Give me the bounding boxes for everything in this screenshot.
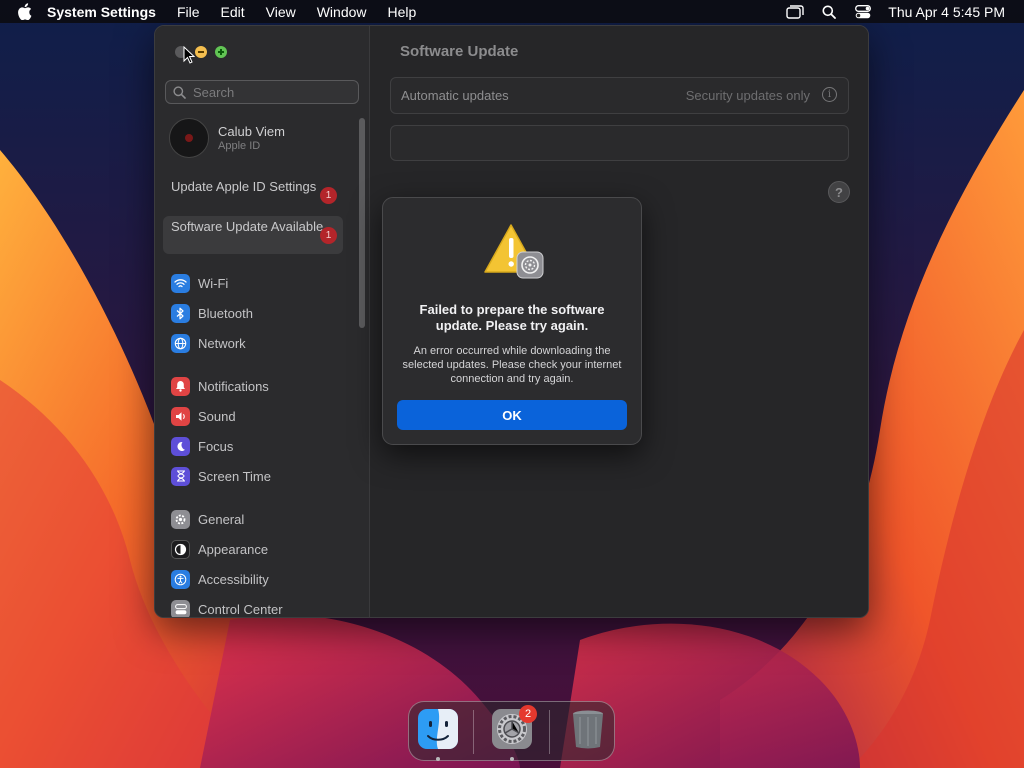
sidebar-item-label: Screen Time [198,468,271,484]
sidebar-item-label: Accessibility [198,571,269,587]
zoom-window-button[interactable] [215,46,227,58]
sidebar-item-network[interactable]: Network [171,332,246,354]
menu-help[interactable]: Help [388,4,417,20]
screen-mirroring-icon[interactable] [786,3,804,21]
trash-icon[interactable] [567,708,609,750]
help-button[interactable]: ? [828,181,850,203]
apple-id-account[interactable]: Calub Viem Apple ID [169,118,285,158]
dock-divider [473,710,474,754]
appearance-icon [171,539,190,559]
menu-bar-clock[interactable]: Thu Apr 4 5:45 PM [888,4,1005,20]
notifications-icon [171,376,190,396]
accessibility-icon [171,569,190,589]
notification-badge: 1 [320,227,337,244]
menu-window[interactable]: Window [317,4,367,20]
sidebar: Calub Viem Apple ID Update Apple ID Sett… [155,26,370,617]
sidebar-item-notifications[interactable]: Notifications [171,375,269,397]
sidebar-item-software-update-available[interactable]: Software Update Available 1 [163,216,343,254]
sidebar-item-label: Appearance [198,541,269,557]
minimize-window-button[interactable] [195,46,207,58]
sidebar-item-label: Bluetooth [198,305,253,321]
dock-divider [549,710,550,754]
dialog-title: Failed to prepare the software update. P… [419,302,605,333]
sidebar-item-label: Notifications [198,378,269,394]
apple-menu-icon[interactable] [17,3,35,21]
dialog-message: An error occurred while downloading the … [402,345,622,385]
sidebar-item-label: Software Update Available [171,219,324,234]
warning-settings-icon [484,224,544,279]
sidebar-item-control-center[interactable]: Control Center [171,598,283,617]
finder-running-indicator [436,757,440,761]
focus-icon [171,436,190,456]
sidebar-item-label: General [198,511,245,527]
sidebar-item-label: Control Center [198,601,283,617]
ok-button[interactable]: OK [397,400,627,430]
sidebar-item-label: Update Apple ID Settings [171,179,317,194]
control-center-icon [171,599,190,617]
automatic-updates-label: Automatic updates [401,88,509,103]
general-icon [171,509,190,529]
sidebar-search[interactable] [165,80,359,104]
account-name: Calub Viem [218,124,285,139]
search-icon [173,85,187,99]
automatic-updates-row[interactable]: Automatic updates Security updates only … [390,77,849,114]
menu-edit[interactable]: Edit [221,4,245,20]
sidebar-item-focus[interactable]: Focus [171,435,233,457]
sound-icon [171,406,190,426]
sidebar-item-wifi[interactable]: Wi-Fi [171,272,228,294]
sidebar-item-label: Sound [198,408,236,424]
system-settings-running-indicator [510,757,514,761]
error-alert-dialog: Failed to prepare the software update. P… [382,197,642,445]
sidebar-item-label: Network [198,335,246,351]
network-icon [171,333,190,353]
info-icon[interactable]: i [822,87,837,102]
avatar [169,118,209,158]
notification-badge: 1 [320,187,337,204]
update-status-row [390,125,849,161]
account-subtitle: Apple ID [218,140,261,152]
finder-icon[interactable] [417,708,459,750]
dock: 2 [408,701,615,761]
sidebar-item-update-apple-id[interactable]: Update Apple ID Settings 1 [163,176,343,214]
sidebar-item-accessibility[interactable]: Accessibility [171,568,269,590]
page-title: Software Update [400,43,519,60]
system-settings-badge: 2 [519,705,537,723]
spotlight-search-icon[interactable] [820,3,838,21]
sidebar-item-label: Focus [198,438,234,454]
screen-time-icon [171,466,190,486]
sidebar-item-label: Wi-Fi [198,275,229,291]
sidebar-item-appearance[interactable]: Appearance [171,538,268,560]
sidebar-scrollbar[interactable] [359,118,365,328]
menu-bar: System Settings File Edit View Window He… [0,0,1024,23]
search-input[interactable] [193,84,353,100]
sidebar-item-screen-time[interactable]: Screen Time [171,465,271,487]
menu-view[interactable]: View [266,4,296,20]
automatic-updates-value: Security updates only [685,88,810,103]
bluetooth-icon [171,303,190,323]
mouse-cursor-icon [183,46,195,64]
control-center-toggle-icon[interactable] [854,3,872,21]
menu-app-name[interactable]: System Settings [47,4,156,20]
sidebar-item-general[interactable]: General [171,508,244,530]
menu-file[interactable]: File [177,4,200,20]
sidebar-item-sound[interactable]: Sound [171,405,236,427]
wifi-icon [171,273,190,293]
sidebar-item-bluetooth[interactable]: Bluetooth [171,302,253,324]
